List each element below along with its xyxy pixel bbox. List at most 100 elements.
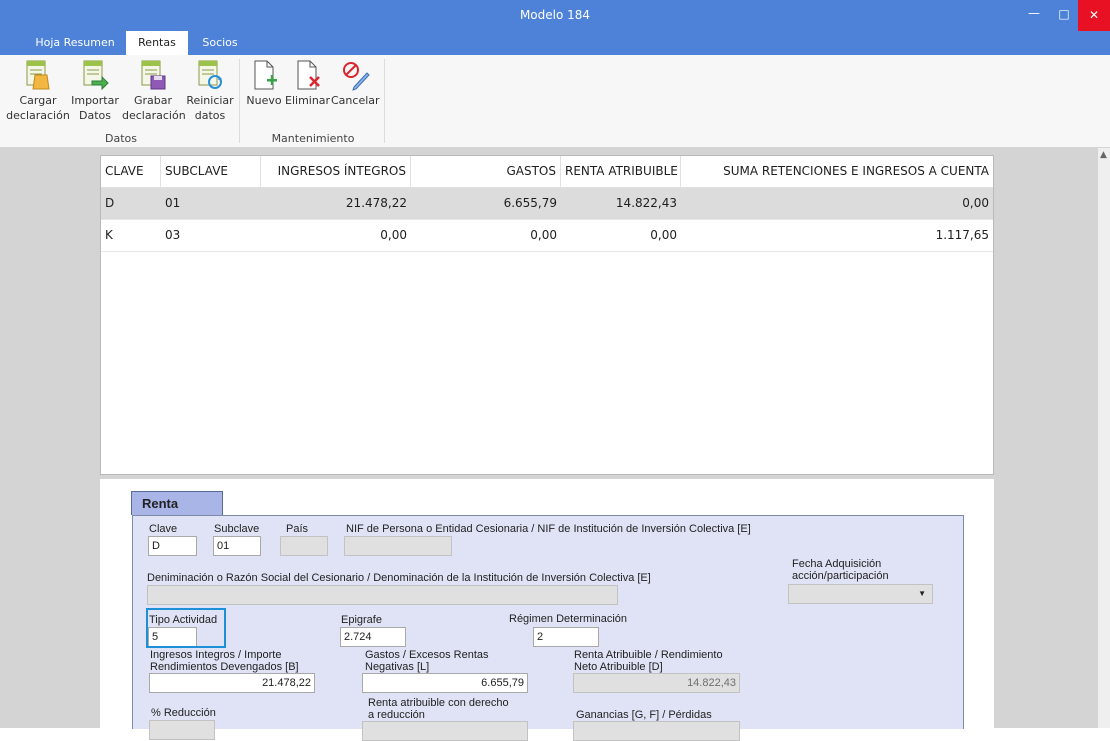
nif-label: NIF de Persona o Entidad Cesionaria / NI…	[346, 523, 751, 535]
cancelar-button[interactable]: Cancelar	[331, 59, 380, 108]
rentas-grid: CLAVE SUBCLAVE INGRESOS ÍNTEGROS GASTOS …	[100, 155, 994, 475]
title-bar: Modelo 184 — □ ✕	[0, 0, 1110, 31]
delete-document-icon	[297, 60, 320, 90]
load-declaration-icon	[26, 60, 50, 90]
table-row[interactable]: K 03 0,00 0,00 0,00 1.117,65	[101, 220, 993, 252]
grabar-label-2: declaración	[122, 109, 186, 122]
ingresos-label-2: Rendimientos Devengados [B]	[150, 661, 299, 673]
header-renta-atribuible[interactable]: RENTA ATRIBUIBLE	[561, 156, 681, 187]
maximize-icon: □	[1058, 7, 1070, 21]
close-icon: ✕	[1088, 8, 1100, 22]
cell-suma-retenciones: 0,00	[962, 196, 989, 210]
cell-gastos: 6.655,79	[503, 196, 557, 210]
grid-header: CLAVE SUBCLAVE INGRESOS ÍNTEGROS GASTOS …	[101, 156, 993, 188]
pais-field[interactable]	[280, 536, 328, 556]
tab-rentas[interactable]: Rentas	[126, 31, 188, 55]
ingresos-field[interactable]: 21.478,22	[149, 673, 315, 693]
cargar-label-1: Cargar	[19, 94, 57, 107]
subclave-field[interactable]: 01	[213, 536, 261, 556]
regimen-field[interactable]: 2	[533, 627, 599, 647]
gastos-label-1: Gastos / Excesos Rentas	[365, 649, 489, 661]
fecha-adquisicion-label-2: acción/participación	[792, 570, 889, 582]
regimen-label: Régimen Determinación	[509, 613, 627, 625]
ingresos-label-1: Ingresos Integros / Importe	[150, 649, 282, 661]
nif-field[interactable]	[344, 536, 452, 556]
renta-reduccion-label-1: Renta atribuible con derecho	[368, 697, 509, 709]
reiniciar-datos-button[interactable]: Reiniciar datos	[184, 59, 236, 123]
ribbon-group-mantenimiento: Mantenimiento	[271, 132, 355, 145]
save-declaration-icon	[141, 60, 166, 90]
renta-tab[interactable]: Renta	[131, 491, 223, 515]
grabar-label-1: Grabar	[133, 94, 173, 107]
eliminar-label: Eliminar	[285, 94, 331, 107]
denominacion-label: Deniminación o Razón Social del Cesionar…	[147, 572, 651, 584]
eliminar-button[interactable]: Eliminar	[285, 59, 331, 108]
cell-clave: D	[105, 196, 115, 210]
epigrafe-field[interactable]: 2.724	[340, 627, 406, 647]
header-gastos[interactable]: GASTOS	[411, 156, 561, 187]
import-data-icon	[83, 60, 109, 91]
header-clave[interactable]: CLAVE	[101, 156, 161, 187]
cancelar-label: Cancelar	[331, 94, 380, 107]
minimize-icon: —	[1028, 6, 1040, 20]
clave-label: Clave	[149, 523, 178, 535]
cell-clave: K	[105, 228, 113, 242]
cell-ingresos: 21.478,22	[345, 196, 407, 210]
nuevo-label: Nuevo	[246, 94, 282, 107]
tab-socios[interactable]: Socios	[194, 31, 246, 55]
chevron-down-icon[interactable]: ▼	[918, 585, 926, 603]
table-row[interactable]: D 01 21.478,22 6.655,79 14.822,43 0,00	[101, 188, 993, 220]
header-ingresos[interactable]: INGRESOS ÍNTEGROS	[261, 156, 411, 187]
denominacion-field[interactable]	[147, 585, 618, 605]
reset-data-icon	[198, 60, 222, 89]
cell-subclave: 01	[165, 196, 181, 210]
close-button[interactable]: ✕	[1078, 0, 1110, 31]
epigrafe-label: Epigrafe	[341, 614, 382, 626]
cell-renta-atribuible: 0,00	[650, 228, 677, 242]
cell-suma-retenciones: 1.117,65	[935, 228, 989, 242]
importar-datos-button[interactable]: Importar Datos	[70, 59, 120, 123]
cancel-edit-icon	[343, 62, 370, 91]
renta-reduccion-label-2: a reducción	[368, 709, 425, 721]
renta-atribuible-field[interactable]: 14.822,43	[573, 673, 740, 693]
cell-gastos: 0,00	[530, 228, 557, 242]
ribbon-group-datos: Datos	[105, 132, 137, 145]
header-subclave[interactable]: SUBCLAVE	[161, 156, 261, 187]
subclave-label: Subclave	[214, 523, 260, 535]
new-document-icon	[254, 60, 277, 90]
scroll-up-icon[interactable]: ▲	[1100, 150, 1107, 160]
header-suma-retenciones[interactable]: SUMA RETENCIONES E INGRESOS A CUENTA	[681, 156, 993, 187]
cell-ingresos: 0,00	[380, 228, 407, 242]
reiniciar-label-1: Reiniciar	[186, 94, 234, 107]
importar-label-2: Datos	[79, 109, 111, 122]
reiniciar-label-2: datos	[194, 109, 226, 122]
grabar-declaracion-button[interactable]: Grabar declaración	[122, 59, 186, 123]
nuevo-button[interactable]: Nuevo	[244, 59, 284, 108]
ganancias-field[interactable]	[573, 721, 740, 741]
importar-label-1: Importar	[71, 94, 119, 107]
reduccion-label: % Reducción	[151, 707, 216, 719]
tab-hoja-resumen[interactable]: Hoja Resumen	[30, 31, 120, 55]
renta-atribuible-label-1: Renta Atribuible / Rendimiento	[574, 649, 723, 661]
focus-highlight	[146, 608, 226, 648]
ribbon: Cargar declaración Importar Datos Grabar…	[0, 55, 1110, 148]
minimize-button[interactable]: —	[1020, 0, 1048, 31]
maximize-button[interactable]: □	[1050, 0, 1078, 31]
cargar-label-2: declaración	[6, 109, 70, 122]
cell-subclave: 03	[165, 228, 181, 242]
cargar-declaracion-button[interactable]: Cargar declaración	[6, 59, 70, 123]
fecha-adquisicion-select[interactable]: ▼	[788, 584, 933, 604]
ribbon-separator	[384, 59, 385, 143]
gastos-label-2: Negativas [L]	[365, 661, 430, 673]
clave-field[interactable]: D	[148, 536, 197, 556]
ribbon-separator	[239, 59, 240, 143]
renta-atribuible-label-2: Neto Atribuible [D]	[574, 661, 663, 673]
pais-label: País	[286, 523, 309, 535]
reduccion-field[interactable]	[149, 720, 215, 740]
gastos-field[interactable]: 6.655,79	[362, 673, 528, 693]
renta-reduccion-field[interactable]	[362, 721, 528, 741]
ribbon-tabs: Hoja Resumen Rentas Socios	[0, 31, 1110, 55]
fecha-adquisicion-label-1: Fecha Adquisición	[792, 558, 882, 570]
ganancias-label: Ganancias [G, F] / Pérdidas	[576, 709, 712, 721]
vertical-scrollbar[interactable]: ▲	[1098, 148, 1110, 728]
